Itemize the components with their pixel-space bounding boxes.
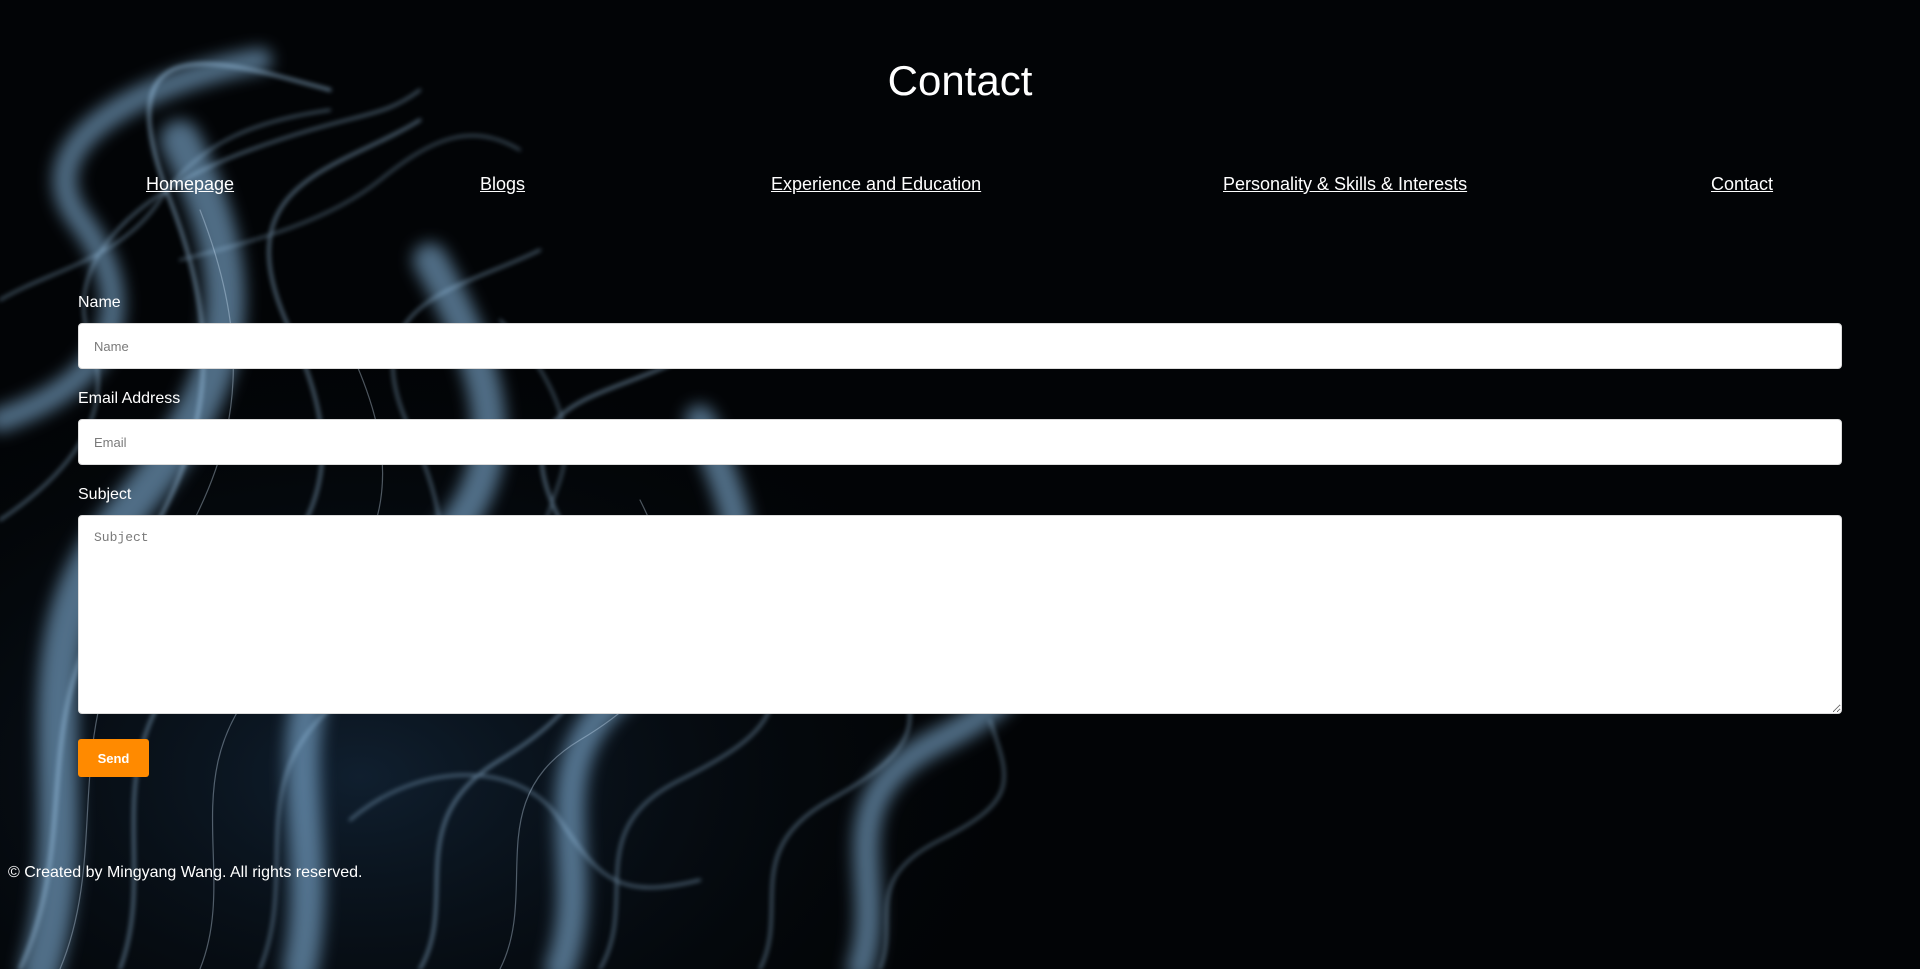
send-button[interactable]: Send (78, 739, 149, 777)
nav-link-experience-and-education[interactable]: Experience and Education (771, 172, 981, 196)
email-input[interactable] (78, 419, 1842, 465)
email-label: Email Address (78, 390, 181, 407)
nav-link-personality-skills-interests[interactable]: Personality & Skills & Interests (1223, 172, 1467, 196)
page: Contact Homepage Blogs Experience and Ed… (0, 0, 1920, 969)
subject-textarea[interactable] (78, 515, 1842, 714)
footer-copyright: © Created by Mingyang Wang. All rights r… (8, 864, 363, 881)
name-label: Name (78, 294, 121, 311)
nav-link-blogs[interactable]: Blogs (480, 172, 525, 196)
nav-link-contact[interactable]: Contact (1711, 172, 1773, 196)
nav-link-homepage[interactable]: Homepage (146, 172, 234, 196)
page-title: Contact (887, 57, 1033, 104)
subject-label: Subject (78, 486, 132, 503)
name-input[interactable] (78, 323, 1842, 369)
